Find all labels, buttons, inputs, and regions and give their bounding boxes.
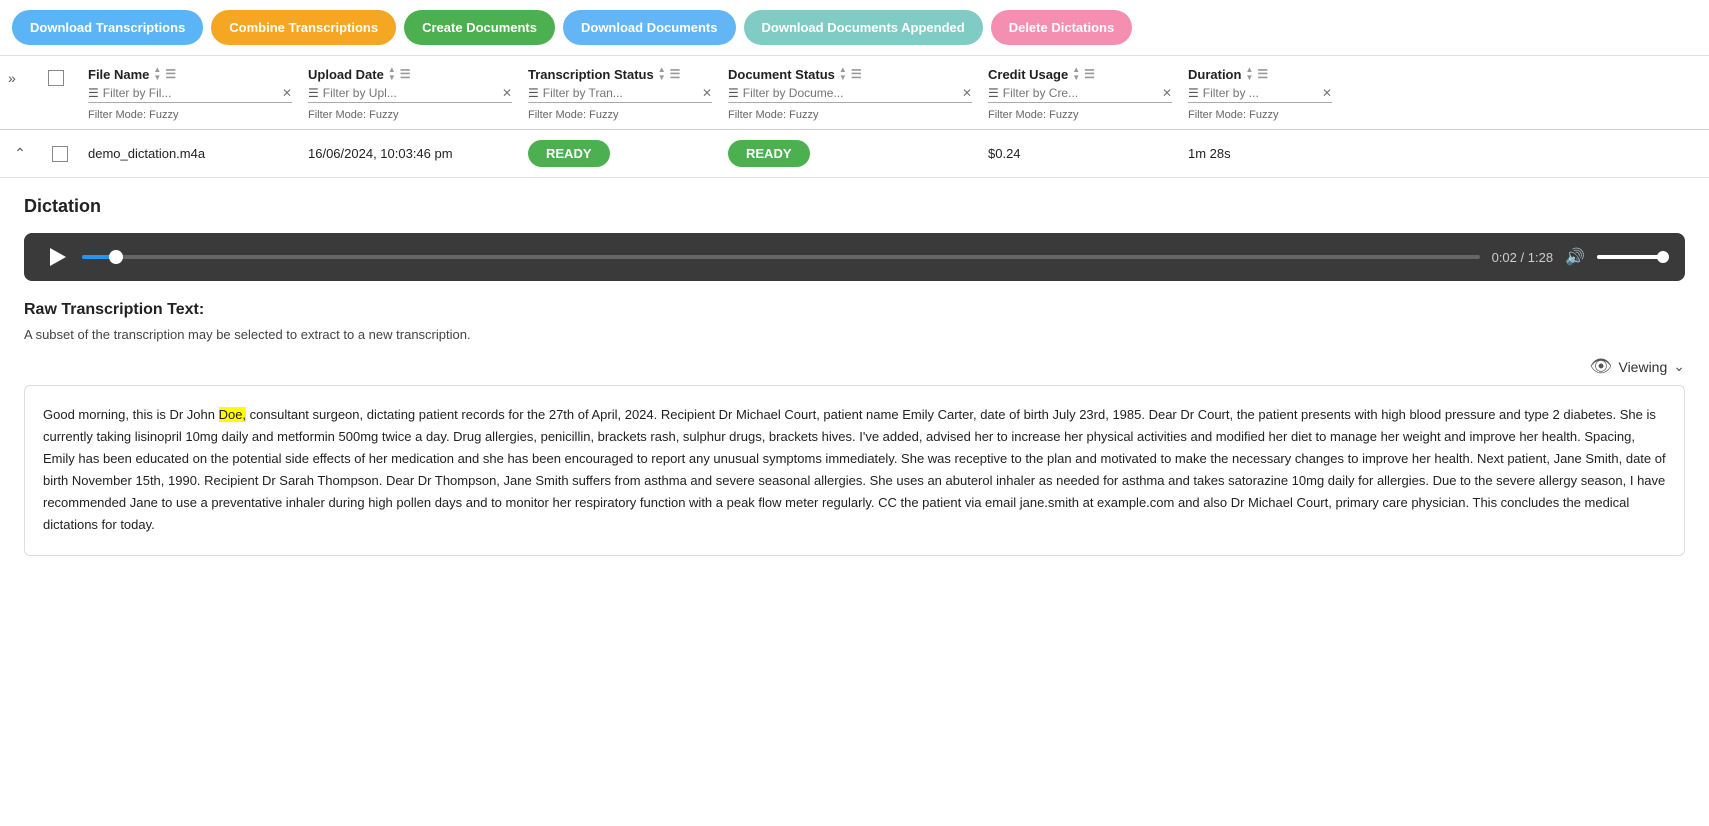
toolbar: Download TranscriptionsCombine Transcrip… <box>0 0 1709 56</box>
credit-usage-sort-icon[interactable]: ▲▼ <box>1072 66 1080 82</box>
upload-date-filter-input[interactable] <box>323 86 498 100</box>
document-status-col-title: Document Status <box>728 67 835 82</box>
row-duration: 1m 28s <box>1180 142 1340 165</box>
row-transcription-status: READY <box>520 136 720 171</box>
row-file-name: demo_dictation.m4a <box>80 142 300 165</box>
delete-dictations-button[interactable]: Delete Dictations <box>991 10 1132 45</box>
transcription-text-before: Good morning, this is Dr John <box>43 407 219 422</box>
upload-date-menu-icon[interactable]: ☰ <box>400 67 411 81</box>
audio-total-time: 1:28 <box>1528 250 1553 265</box>
raw-transcription-title: Raw Transcription Text: <box>24 301 1685 319</box>
upload-date-filter-icon: ☰ <box>308 86 319 100</box>
upload-date-col-title: Upload Date <box>308 67 384 82</box>
document-status-menu-icon[interactable]: ☰ <box>851 67 862 81</box>
audio-current-time: 0:02 <box>1492 250 1517 265</box>
file-name-menu-icon[interactable]: ☰ <box>165 67 176 81</box>
document-status-filter-clear[interactable]: ✕ <box>962 86 972 100</box>
credit-usage-col-title: Credit Usage <box>988 67 1068 82</box>
row-collapse-icon[interactable]: ⌃ <box>14 145 26 162</box>
credit-usage-menu-icon[interactable]: ☰ <box>1084 67 1095 81</box>
row-checkbox[interactable] <box>52 146 68 162</box>
play-button[interactable] <box>42 243 70 271</box>
row-credit-usage: $0.24 <box>980 142 1180 165</box>
play-icon <box>50 248 66 266</box>
transcription-status-filter-icon: ☰ <box>528 86 539 100</box>
download-documents-button[interactable]: Download Documents <box>563 10 736 45</box>
transcription-status-filter-mode: Filter Mode: Fuzzy <box>528 109 712 121</box>
credit-usage-filter-mode: Filter Mode: Fuzzy <box>988 109 1172 121</box>
download-documents-appended-button[interactable]: Download Documents Appended <box>744 10 983 45</box>
file-name-filter-clear[interactable]: ✕ <box>282 86 292 100</box>
document-status-filter-icon: ☰ <box>728 86 739 100</box>
duration-menu-icon[interactable]: ☰ <box>1257 67 1268 81</box>
transcription-highlight: Doe, <box>219 407 246 422</box>
transcription-text-after: consultant surgeon, dictating patient re… <box>43 407 1666 532</box>
file-name-filter-mode: Filter Mode: Fuzzy <box>88 109 292 121</box>
combine-transcriptions-button[interactable]: Combine Transcriptions <box>211 10 396 45</box>
transcription-box[interactable]: Good morning, this is Dr John Doe, consu… <box>24 385 1685 556</box>
audio-time-display: 0:02 / 1:28 <box>1492 250 1553 265</box>
duration-col-title: Duration <box>1188 67 1241 82</box>
create-documents-button[interactable]: Create Documents <box>404 10 555 45</box>
credit-usage-col-header: Credit Usage ▲▼ ☰ ☰ ✕ Filter Mode: Fuzzy <box>980 62 1180 125</box>
file-name-sort-icon[interactable]: ▲▼ <box>153 66 161 82</box>
file-name-col-header: File Name ▲▼ ☰ ☰ ✕ Filter Mode: Fuzzy <box>80 62 300 125</box>
viewing-label: Viewing <box>1618 359 1667 375</box>
upload-date-col-header: Upload Date ▲▼ ☰ ☰ ✕ Filter Mode: Fuzzy <box>300 62 520 125</box>
transcription-status-filter-clear[interactable]: ✕ <box>702 86 712 100</box>
duration-sort-icon[interactable]: ▲▼ <box>1245 66 1253 82</box>
table-row: ⌃ demo_dictation.m4a 16/06/2024, 10:03:4… <box>0 130 1709 178</box>
expand-panel: Dictation 0:02 / 1:28 🔊 Raw Transcriptio… <box>0 178 1709 574</box>
volume-thumb[interactable] <box>1657 251 1669 263</box>
file-name-filter-icon: ☰ <box>88 86 99 100</box>
file-name-filter-input[interactable] <box>103 86 278 100</box>
file-name-col-title: File Name <box>88 67 149 82</box>
eye-icon: 👁 <box>1590 356 1613 377</box>
upload-date-filter-clear[interactable]: ✕ <box>502 86 512 100</box>
document-status-filter-mode: Filter Mode: Fuzzy <box>728 109 972 121</box>
audio-player: 0:02 / 1:28 🔊 <box>24 233 1685 281</box>
table-header: » File Name ▲▼ ☰ ☰ ✕ Filter Mode: Fuzzy … <box>0 56 1709 130</box>
viewing-chevron-icon[interactable]: ⌄ <box>1673 358 1685 375</box>
credit-usage-filter-input[interactable] <box>1003 86 1158 100</box>
transcription-status-col-header: Transcription Status ▲▼ ☰ ☰ ✕ Filter Mod… <box>520 62 720 125</box>
row-upload-date: 16/06/2024, 10:03:46 pm <box>300 142 520 165</box>
transcription-status-sort-icon[interactable]: ▲▼ <box>658 66 666 82</box>
transcription-status-badge: READY <box>528 140 610 167</box>
viewing-row: 👁 Viewing ⌄ <box>24 356 1685 377</box>
volume-fill <box>1597 255 1660 259</box>
document-status-badge: READY <box>728 140 810 167</box>
duration-filter-clear[interactable]: ✕ <box>1322 86 1332 100</box>
download-transcriptions-button[interactable]: Download Transcriptions <box>12 10 203 45</box>
duration-filter-icon: ☰ <box>1188 86 1199 100</box>
duration-col-header: Duration ▲▼ ☰ ☰ ✕ Filter Mode: Fuzzy <box>1180 62 1340 125</box>
upload-date-filter-mode: Filter Mode: Fuzzy <box>308 109 512 121</box>
expand-all-icon[interactable]: » <box>8 70 32 86</box>
credit-usage-filter-icon: ☰ <box>988 86 999 100</box>
document-status-filter-input[interactable] <box>743 86 958 100</box>
transcription-status-col-title: Transcription Status <box>528 67 654 82</box>
document-status-col-header: Document Status ▲▼ ☰ ☰ ✕ Filter Mode: Fu… <box>720 62 980 125</box>
credit-usage-filter-clear[interactable]: ✕ <box>1162 86 1172 100</box>
raw-transcription-subtitle: A subset of the transcription may be sel… <box>24 327 1685 342</box>
select-all-checkbox[interactable] <box>48 70 64 86</box>
transcription-status-menu-icon[interactable]: ☰ <box>670 67 681 81</box>
row-document-status: READY <box>720 136 980 171</box>
volume-icon: 🔊 <box>1565 247 1585 267</box>
audio-progress-thumb[interactable] <box>109 250 123 264</box>
transcription-status-filter-input[interactable] <box>543 86 698 100</box>
dictation-title: Dictation <box>24 196 1685 217</box>
duration-filter-mode: Filter Mode: Fuzzy <box>1188 109 1332 121</box>
audio-time-separator: / <box>1521 250 1528 265</box>
duration-filter-input[interactable] <box>1203 86 1318 100</box>
volume-bar[interactable] <box>1597 255 1667 259</box>
document-status-sort-icon[interactable]: ▲▼ <box>839 66 847 82</box>
audio-progress-bar[interactable] <box>82 255 1480 259</box>
upload-date-sort-icon[interactable]: ▲▼ <box>388 66 396 82</box>
